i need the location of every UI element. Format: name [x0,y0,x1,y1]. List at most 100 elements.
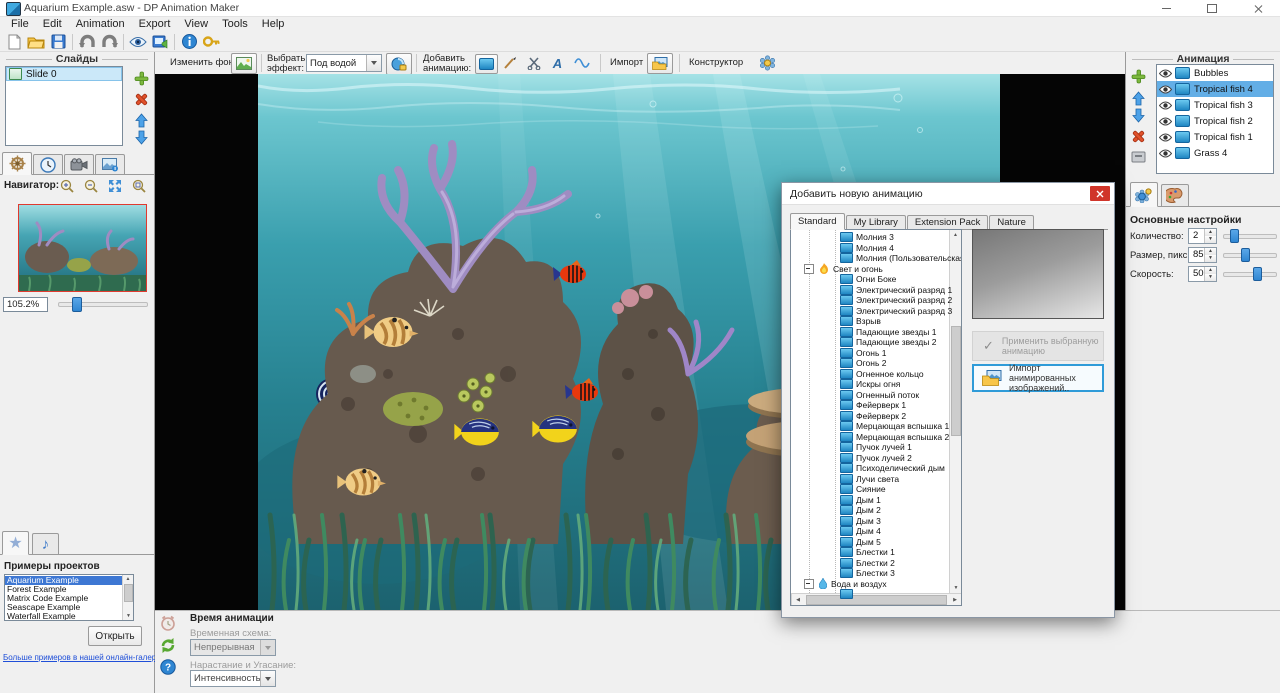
dialog-tab-my-library[interactable]: My Library [846,215,906,230]
maximize-button[interactable] [1192,0,1232,16]
tree-item[interactable]: Дым 1 [792,495,949,506]
menu-help[interactable]: Help [255,17,292,32]
tab-slide-image[interactable] [95,154,125,175]
tree-item[interactable]: Взрыв [792,316,949,327]
tab-slide-settings[interactable] [2,152,32,175]
tree-item[interactable]: Пучок лучей 1 [792,442,949,453]
setting-slider[interactable] [1223,272,1277,277]
tree-item[interactable]: Молния 4 [792,243,949,254]
move-animation-down-button[interactable] [1130,107,1147,124]
tree-item[interactable]: Дым 5 [792,537,949,548]
spinner-arrows[interactable]: ▲▼ [1204,248,1216,262]
tab-slide-timing[interactable] [33,154,63,175]
setting-slider[interactable] [1223,253,1277,258]
tree-item[interactable]: Падающие звезды 2 [792,337,949,348]
preview-button[interactable] [127,33,149,51]
tree-item[interactable] [792,589,949,600]
dialog-tab-nature[interactable]: Nature [989,215,1034,230]
constructor-button[interactable] [755,53,779,72]
menu-tools[interactable]: Tools [215,17,255,32]
examples-scrollbar[interactable]: ▲ ▼ [122,575,133,620]
eye-icon[interactable] [1159,149,1172,158]
eye-toggle[interactable] [1159,69,1172,78]
zoom-actual-button[interactable] [130,177,147,194]
tree-item[interactable]: Падающие звезды 1 [792,327,949,338]
wave-animation-button[interactable] [571,54,592,72]
save-button[interactable] [47,33,69,51]
tab-music[interactable]: ♪ [32,533,59,555]
eye-icon[interactable] [1159,85,1172,94]
collapse-toggle[interactable] [804,579,814,589]
animation-time-button[interactable] [159,614,176,631]
navigator-zoom-slider-handle[interactable] [72,297,82,312]
tree-item[interactable]: Блестки 3 [792,568,949,579]
eye-toggle[interactable] [1159,85,1172,94]
tree-category[interactable]: Вода и воздух [792,579,949,590]
tree-item[interactable]: Электрический разряд 3 [792,306,949,317]
tree-item[interactable]: Молния (Пользовательская) [792,253,949,264]
tree-item[interactable]: Пучок лучей 2 [792,453,949,464]
minimize-button[interactable] [1146,0,1186,16]
example-item[interactable]: Waterfall Example [5,611,123,620]
tree-item[interactable]: Блестки 1 [792,547,949,558]
eye-icon[interactable] [1159,133,1172,142]
move-slide-down-button[interactable] [133,129,150,146]
new-file-button[interactable] [3,33,25,51]
tree-item[interactable]: Дым 4 [792,526,949,537]
scroll-right-arrow[interactable]: ▶ [949,594,961,606]
tree-item[interactable]: Сияние [792,484,949,495]
open-example-button[interactable]: Открыть [88,626,142,646]
spinner-down[interactable]: ▼ [1205,255,1216,262]
tree-category[interactable]: Свет и огонь [792,264,949,275]
dialog-titlebar[interactable]: Добавить новую анимацию [782,183,1114,205]
animation-item[interactable]: Grass 4 [1157,145,1273,161]
loop-button[interactable] [159,636,176,653]
spinner-up[interactable]: ▲ [1205,267,1216,274]
text-animation-button[interactable]: A [547,54,568,72]
move-animation-up-button[interactable] [1130,90,1147,107]
add-slide-button[interactable] [133,70,150,87]
add-image-animation-button[interactable] [475,54,498,74]
eye-icon[interactable] [1159,117,1172,126]
tree-item[interactable]: Мерцающая вспышка 2 [792,432,949,443]
scroll-up-arrow[interactable]: ▲ [950,230,961,240]
animation-item[interactable]: Tropical fish 3 [1157,97,1273,113]
undo-button[interactable] [76,33,98,51]
import-button[interactable] [647,53,673,74]
tree-item[interactable]: Дым 3 [792,516,949,527]
spinner-down[interactable]: ▼ [1205,236,1216,243]
eye-toggle[interactable] [1159,101,1172,110]
animation-item[interactable]: Bubbles [1157,65,1273,81]
scissors-animation-button[interactable] [523,54,544,72]
zoom-in-button[interactable] [58,177,75,194]
fade-select[interactable]: Интенсивность [190,670,276,687]
menu-file[interactable]: File [4,17,36,32]
animation-item[interactable]: Tropical fish 4 [1157,81,1273,97]
info-button[interactable] [178,33,200,51]
tree-item[interactable]: Электрический разряд 1 [792,285,949,296]
tree-item[interactable]: Огонь 2 [792,358,949,369]
setting-slider-handle[interactable] [1241,248,1250,262]
tree-item[interactable]: Молния 3 [792,232,949,243]
tree-item[interactable]: Искры огня [792,379,949,390]
brush-animation-button[interactable] [499,54,520,72]
scroll-down-arrow[interactable]: ▼ [123,612,134,620]
tree-item[interactable]: Электрический разряд 2 [792,295,949,306]
tab-animation-settings[interactable] [1130,182,1158,207]
eye-icon[interactable] [1159,101,1172,110]
move-slide-up-button[interactable] [133,112,150,129]
help-button[interactable]: ? [159,658,176,675]
animation-item[interactable]: Tropical fish 2 [1157,113,1273,129]
navigator-thumbnail[interactable] [18,204,147,292]
slides-list[interactable]: Slide 0 [5,66,123,146]
effect-select[interactable]: Под водой [306,54,382,72]
eye-icon[interactable] [1159,69,1172,78]
tree-vscroll-thumb[interactable] [951,326,961,436]
menu-animation[interactable]: Animation [69,17,132,32]
scroll-up-arrow[interactable]: ▲ [123,575,133,583]
tree-item[interactable]: Лучи света [792,474,949,485]
tree-item[interactable]: Фейерверк 1 [792,400,949,411]
menu-export[interactable]: Export [132,17,178,32]
menu-edit[interactable]: Edit [36,17,69,32]
add-animation-button[interactable] [1130,68,1147,85]
